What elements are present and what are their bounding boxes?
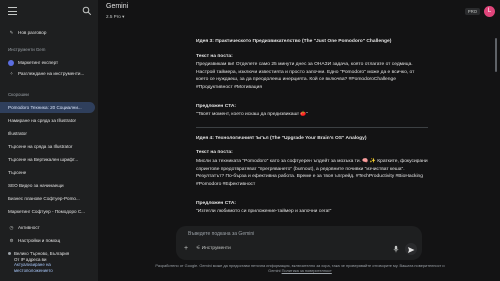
app-title: Gemini xyxy=(106,3,129,10)
search-icon[interactable] xyxy=(82,6,92,16)
recent-chat-item[interactable]: Намиране на сряда за Illustrator xyxy=(0,115,98,126)
recent-chat-item[interactable]: Търсене на сряда за Illustrator xyxy=(0,141,98,152)
recent-chat-label: Търсене на сряда за Illustrator xyxy=(8,144,73,149)
add-icon[interactable]: + xyxy=(184,245,188,252)
privacy-link[interactable]: Политика за поверителност xyxy=(282,268,332,273)
divider xyxy=(196,127,428,128)
chevron-down-icon: ▾ xyxy=(122,14,125,19)
tools-button[interactable]: ⚟ Инструменти xyxy=(196,246,231,251)
gem-item-label: Маркетинг експерт xyxy=(18,60,59,65)
recent-chat-item[interactable]: Търсене xyxy=(0,167,98,178)
settings-button[interactable]: ⚙ Настройки и помощ xyxy=(0,235,98,246)
tools-icon: ⚟ xyxy=(196,246,201,251)
recent-chat-item[interactable]: Illustrator xyxy=(0,128,98,139)
recent-chat-label: Бизнес планове Софтуер-Pomo... xyxy=(8,196,80,201)
sidebar: ✎ Нов разговор Инструменти Gem Маркетинг … xyxy=(0,0,98,281)
new-chat-label: Нов разговор xyxy=(18,30,47,35)
update-location-text: Актуализиране на xyxy=(14,262,51,267)
tools-label: Инструменти xyxy=(201,246,231,251)
sidebar-top xyxy=(8,6,92,18)
gem-icon: ✧ xyxy=(9,71,14,76)
gem-item-marketing[interactable]: Маркетинг експерт xyxy=(0,57,98,68)
header: Gemini 2.5 Pro ▾ PRO L xyxy=(98,0,500,28)
microphone-icon[interactable] xyxy=(392,245,400,253)
prompt-input[interactable]: Въведете подкана за Gemini xyxy=(188,231,254,237)
model-selector[interactable]: 2.5 Pro ▾ xyxy=(106,14,124,20)
post-text-label: Текст на поста: xyxy=(196,150,233,155)
edit-icon: ✎ xyxy=(9,30,14,35)
location-info: Велико Търново, България От IP адреса ви… xyxy=(8,251,69,273)
idea-3-cta: "Твоят момент, което искаш да предизвика… xyxy=(196,112,308,117)
idea-4-title: Идея 4: Технологичният Ъгъл (The "Upgrad… xyxy=(196,136,367,141)
send-button[interactable] xyxy=(405,243,417,255)
pro-badge: PRO xyxy=(464,8,480,15)
post-text-label: Текст на поста: xyxy=(196,54,233,59)
location-source: От IP адреса ви xyxy=(14,256,47,262)
new-chat-button[interactable]: ✎ Нов разговор xyxy=(0,27,98,38)
gem-item-explore[interactable]: ✧ Разглеждане на инструменти... xyxy=(0,68,98,79)
settings-label: Настройки и помощ xyxy=(18,238,61,243)
cta-label: Предложен CTA: xyxy=(196,201,237,206)
recent-chat-item[interactable]: Pomodoro Техника: 20 Социални... xyxy=(0,102,95,113)
idea-3-text: Предизвикам ви! Отделете само 25 минути … xyxy=(196,62,415,90)
recent-chat-label: Намиране на сряда за Illustrator xyxy=(8,118,77,123)
recent-chat-label: Маркетинг Софтуер - Помодоро С... xyxy=(8,209,85,214)
location-city: Велико Търново, България xyxy=(14,251,70,256)
idea-4-text: Мисли за техниката "Pomodoro" като за со… xyxy=(196,159,428,187)
cta-label: Предложен CTA: xyxy=(196,104,237,109)
menu-icon[interactable] xyxy=(8,7,17,15)
idea-4-cta: "Изтегли любимото си приложение-таймер и… xyxy=(196,209,332,214)
send-icon xyxy=(408,247,415,253)
recent-chat-item[interactable]: Търсене на Вертикален шрифт... xyxy=(0,154,98,165)
history-icon: ◷ xyxy=(9,225,14,230)
recent-chat-label: Търсене xyxy=(8,170,27,175)
recent-chat-label: Търсене на Вертикален шрифт... xyxy=(8,157,79,162)
gear-icon: ⚙ xyxy=(9,238,14,243)
recent-chat-label: Illustrator xyxy=(8,131,27,136)
recent-chat-label: Pomodoro Техника: 20 Социални... xyxy=(8,105,82,110)
model-label: 2.5 Pro xyxy=(106,14,121,19)
activity-label: Активност xyxy=(18,225,40,230)
gems-section-title: Инструменти Gem xyxy=(8,47,46,52)
update-location-text: местоположението xyxy=(14,267,53,273)
gem-item-label: Разглеждане на инструменти... xyxy=(18,71,85,76)
scroll-thumb[interactable] xyxy=(495,38,497,72)
gem-avatar xyxy=(8,59,14,66)
recent-chat-item[interactable]: SEO Видео за начинаещи xyxy=(0,180,98,191)
recent-chat-label: SEO Видео за начинаещи xyxy=(8,183,64,188)
recent-chat-item[interactable]: Маркетинг Софтуер - Помодоро С... xyxy=(0,206,98,217)
idea-3-title: Идея 3: Практическото Предизвикателство … xyxy=(196,39,392,44)
footer-disclaimer: Разработено от Google. Gemini може да пр… xyxy=(150,263,450,273)
user-avatar[interactable]: L xyxy=(484,6,495,17)
location-dot-icon xyxy=(8,252,11,256)
recent-chat-item[interactable]: Бизнес планове Софтуер-Pomo... xyxy=(0,193,98,204)
prompt-input-box[interactable]: Въведете подкана за Gemini + ⚟ Инструмен… xyxy=(176,226,422,260)
activity-button[interactable]: ◷ Активност xyxy=(0,222,98,233)
recent-section-title: Скорошни xyxy=(8,92,29,97)
scrollbar[interactable] xyxy=(495,28,497,228)
